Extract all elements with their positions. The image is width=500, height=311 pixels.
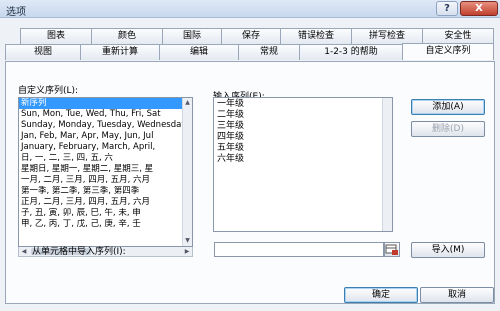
entry-line: 三年级 [217, 121, 245, 131]
options-dialog: 图表 颜色 国际 保存 错误检查 拼写检查 安全性 视图 重新计算 编辑 常规 … [0, 18, 500, 311]
list-item[interactable]: 子, 丑, 寅, 卯, 辰, 巳, 午, 未, 申 [19, 208, 192, 219]
import-button[interactable]: 导入(M) [411, 242, 485, 258]
list-item[interactable]: 星期日, 星期一, 星期二, 星期三, 星 [19, 164, 192, 175]
list-item[interactable]: Jan, Feb, Mar, Apr, May, Jun, Jul [19, 131, 192, 142]
custom-lists-listbox[interactable]: 新序列 Sun, Mon, Tue, Wed, Thu, Fri, Sat Su… [18, 97, 193, 247]
add-button[interactable]: 添加(A) [411, 99, 485, 115]
tab-chart[interactable]: 图表 [20, 28, 92, 44]
close-button[interactable]: X [460, 1, 498, 16]
cancel-button[interactable]: 取消 [420, 287, 494, 303]
title-bar: 选项 ? X [0, 0, 500, 18]
tab-international[interactable]: 国际 [162, 28, 222, 44]
tab-save[interactable]: 保存 [221, 28, 281, 44]
scroll-down-arrow-icon[interactable]: ▼ [183, 236, 192, 246]
list-item[interactable]: 新序列 [19, 98, 192, 109]
list-item[interactable]: Sun, Mon, Tue, Wed, Thu, Fri, Sat [19, 109, 192, 120]
scroll-right-arrow-icon[interactable]: ▶ [182, 247, 192, 256]
scroll-left-arrow-icon[interactable]: ◀ [19, 247, 29, 256]
tab-spelling[interactable]: 拼写检查 [351, 28, 423, 44]
tab-color[interactable]: 颜色 [91, 28, 163, 44]
entry-line: 四年级 [217, 132, 245, 142]
tab-error-checking[interactable]: 错误检查 [280, 28, 352, 44]
tab-edit[interactable]: 编辑 [159, 44, 239, 60]
list-item[interactable]: January, February, March, April, [19, 142, 192, 153]
tab-custom-lists[interactable]: 自定义序列 [402, 43, 494, 60]
scroll-up-arrow-icon[interactable]: ▲ [183, 98, 192, 108]
custom-lists-panel: 自定义序列(L): 新序列 Sun, Mon, Tue, Wed, Thu, F… [5, 61, 495, 304]
entries-scrollbar[interactable] [382, 98, 392, 231]
list-item[interactable]: 日, 一, 二, 三, 四, 五, 六 [19, 153, 192, 164]
list-vertical-scrollbar[interactable]: ▲ ▼ [182, 98, 192, 246]
list-item[interactable]: 甲, 乙, 丙, 丁, 戊, 己, 庚, 辛, 壬 [19, 219, 192, 230]
entry-line: 一年级 [217, 99, 245, 109]
tab-view[interactable]: 视图 [5, 44, 81, 60]
help-button[interactable]: ? [436, 1, 458, 16]
list-item[interactable]: Sunday, Monday, Tuesday, Wednesday [19, 120, 192, 131]
entry-line: 二年级 [217, 110, 245, 120]
ok-button[interactable]: 确定 [344, 287, 418, 303]
window-title: 选项 [6, 7, 26, 18]
list-item[interactable]: 正月, 二月, 三月, 四月, 五月, 六月 [19, 197, 192, 208]
tab-general[interactable]: 常规 [238, 44, 300, 60]
tab-lotus-help[interactable]: 1-2-3 的帮助 [299, 44, 403, 60]
list-item[interactable]: 第一季, 第二季, 第三季, 第四季 [19, 186, 192, 197]
list-entries-textarea[interactable]: 一年级 二年级 三年级 四年级 五年级 六年级 [213, 97, 393, 232]
range-picker-icon[interactable] [384, 242, 400, 257]
delete-button[interactable]: 删除(D) [411, 121, 485, 137]
import-label: 从单元格中导入序列(I): [32, 247, 126, 257]
import-range-input[interactable] [214, 242, 384, 257]
tab-security[interactable]: 安全性 [422, 28, 494, 44]
entry-line: 五年级 [217, 143, 245, 153]
list-item[interactable]: 一月, 二月, 三月, 四月, 五月, 六月 [19, 175, 192, 186]
custom-lists-label: 自定义序列(L): [18, 86, 79, 96]
tab-calculation[interactable]: 重新计算 [80, 44, 160, 60]
entry-line: 六年级 [217, 154, 245, 164]
